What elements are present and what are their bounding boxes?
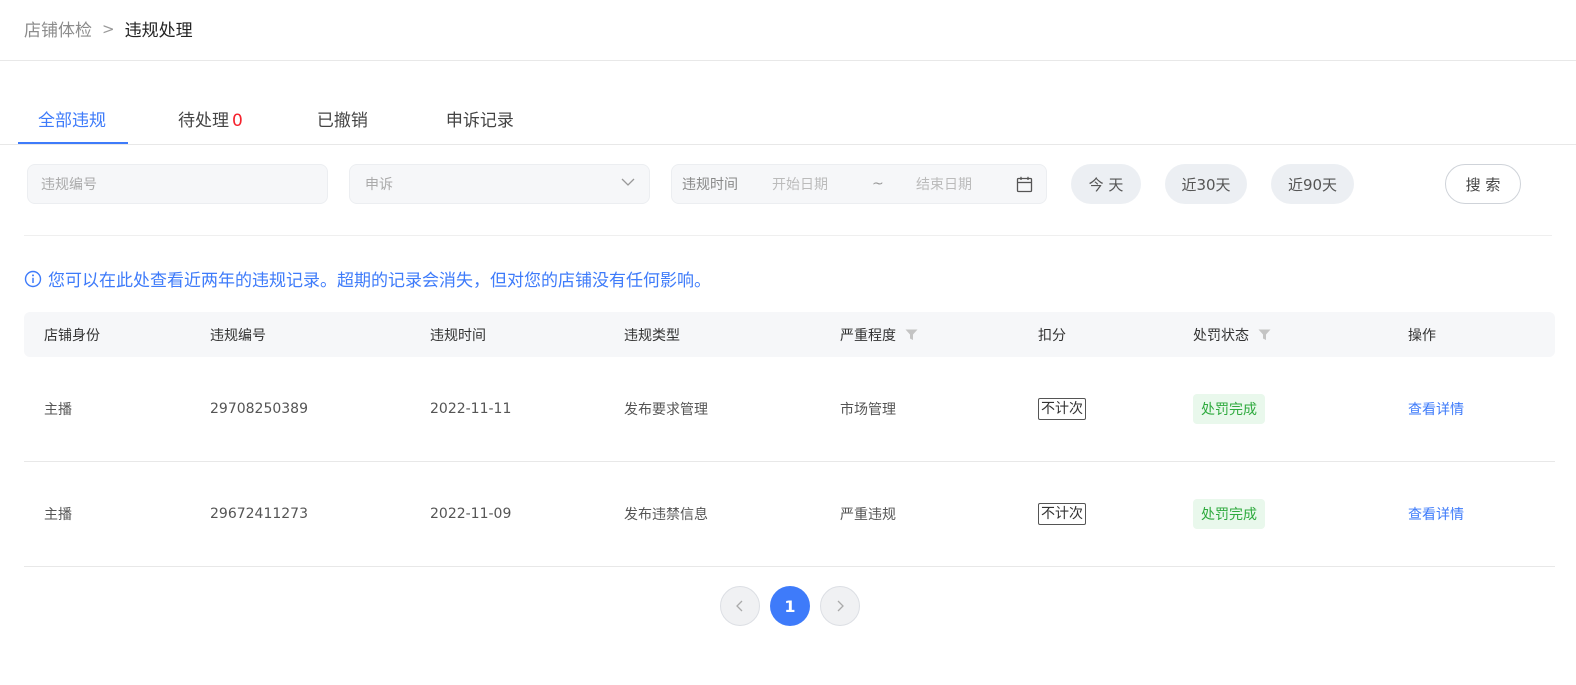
violation-tabs: 全部违规 待处理 0 已撤销 申诉记录 [18, 92, 534, 144]
breadcrumb: 店铺体检 > 违规处理 [24, 16, 193, 42]
breadcrumb-parent-link[interactable]: 店铺体检 [24, 16, 92, 41]
chevron-right-icon [834, 597, 846, 616]
column-header-violation-type: 违规类型 [624, 327, 680, 344]
status-badge: 处罚完成 [1193, 394, 1265, 424]
column-header-violation-code: 违规编号 [210, 327, 266, 344]
table-row: 主播 29708250389 2022-11-11 发布要求管理 市场管理 不计… [24, 357, 1555, 462]
cell-penalty-status: 处罚完成 [1193, 357, 1265, 461]
violation-date-range-picker[interactable]: 违规时间 开始日期 ~ 结束日期 [671, 164, 1047, 204]
pagination-page-1[interactable]: 1 [770, 586, 810, 626]
tab-pending[interactable]: 待处理 0 [158, 92, 263, 144]
column-header-violation-time: 违规时间 [430, 327, 486, 344]
cell-violation-type: 发布要求管理 [624, 402, 708, 418]
view-details-link[interactable]: 查看详情 [1408, 504, 1464, 524]
last-90-days-button[interactable]: 近90天 [1271, 164, 1354, 204]
deduction-tag: 不计次 [1038, 503, 1086, 525]
page-header: 店铺体检 > 违规处理 [0, 0, 1576, 61]
select-placeholder: 申诉 [365, 177, 393, 193]
breadcrumb-separator: > [102, 19, 115, 38]
column-header-label: 严重程度 [840, 327, 896, 344]
cell-shop-identity: 主播 [44, 507, 72, 523]
cell-deduction: 不计次 [1038, 462, 1086, 566]
column-header-penalty-status: 处罚状态 [1193, 312, 1271, 357]
table-header: 店铺身份 违规编号 违规时间 违规类型 严重程度 扣分 处罚状态 操作 [24, 312, 1555, 357]
cell-severity: 市场管理 [840, 402, 896, 418]
pagination-next-button[interactable] [820, 586, 860, 626]
cell-action: 查看详情 [1408, 357, 1464, 461]
breadcrumb-current: 违规处理 [124, 21, 193, 41]
start-date-input[interactable]: 开始日期 [772, 174, 872, 194]
column-header-deduction: 扣分 [1038, 327, 1066, 344]
tab-label: 已撤销 [316, 111, 368, 131]
end-date-input[interactable]: 结束日期 [916, 174, 1016, 194]
cell-deduction: 不计次 [1038, 357, 1086, 461]
tab-label: 全部违规 [38, 111, 106, 131]
chevron-down-icon [621, 175, 635, 193]
notice-text: 您可以在此处查看近两年的违规记录。超期的记录会消失，但对您的店铺没有任何影响。 [48, 271, 711, 291]
deduction-tag: 不计次 [1038, 398, 1086, 420]
cell-violation-code: 29672411273 [210, 506, 308, 522]
tab-label: 申诉记录 [445, 111, 514, 131]
tabs-divider [0, 144, 1576, 145]
violation-code-input[interactable]: 违规编号 [27, 164, 328, 204]
column-header-severity: 严重程度 [840, 312, 918, 357]
cell-shop-identity: 主播 [44, 402, 72, 418]
appeal-select[interactable]: 申诉 [349, 164, 650, 204]
calendar-icon[interactable] [1016, 176, 1033, 193]
cell-action: 查看详情 [1408, 462, 1464, 566]
cell-penalty-status: 处罚完成 [1193, 462, 1265, 566]
column-header-action: 操作 [1408, 327, 1436, 344]
filter-divider [24, 235, 1552, 236]
column-header-shop-identity: 店铺身份 [44, 327, 100, 344]
date-range-separator: ~ [872, 176, 884, 192]
tab-appeal-records[interactable]: 申诉记录 [426, 92, 534, 144]
tab-revoked[interactable]: 已撤销 [297, 92, 388, 144]
view-details-link[interactable]: 查看详情 [1408, 399, 1464, 419]
date-range-label: 违规时间 [682, 177, 738, 193]
status-badge: 处罚完成 [1193, 499, 1265, 529]
cell-violation-time: 2022-11-11 [430, 401, 512, 417]
cell-severity: 严重违规 [840, 507, 896, 523]
chevron-left-icon [734, 597, 746, 616]
cell-violation-time: 2022-11-09 [430, 506, 512, 522]
input-placeholder: 违规编号 [41, 177, 97, 193]
search-button[interactable]: 搜 索 [1445, 164, 1521, 204]
tab-label: 待处理 [178, 111, 229, 131]
last-30-days-button[interactable]: 近30天 [1165, 164, 1247, 204]
info-circle-icon [24, 270, 42, 288]
column-header-label: 处罚状态 [1193, 327, 1249, 344]
cell-violation-type: 发布违禁信息 [624, 507, 708, 523]
funnel-filter-icon[interactable] [1258, 329, 1271, 341]
table-row: 主播 29672411273 2022-11-09 发布违禁信息 严重违规 不计… [24, 462, 1555, 567]
pending-count-badge: 0 [232, 111, 243, 131]
info-notice: 您可以在此处查看近两年的违规记录。超期的记录会消失，但对您的店铺没有任何影响。 [24, 266, 711, 291]
cell-violation-code: 29708250389 [210, 401, 308, 417]
funnel-filter-icon[interactable] [905, 329, 918, 341]
tab-all-violations[interactable]: 全部违规 [18, 92, 128, 144]
today-button[interactable]: 今 天 [1071, 164, 1141, 204]
pagination-prev-button[interactable] [720, 586, 760, 626]
